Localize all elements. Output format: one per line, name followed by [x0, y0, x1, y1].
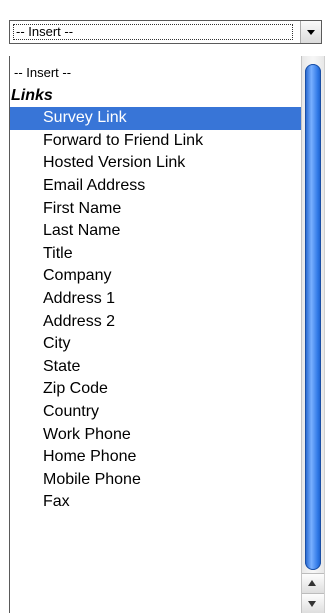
scroll-up-icon[interactable]	[302, 573, 324, 593]
option-company[interactable]: Company	[10, 265, 301, 288]
option-address-2[interactable]: Address 2	[10, 311, 301, 334]
chevron-down-icon[interactable]	[300, 21, 321, 43]
option-zip-code[interactable]: Zip Code	[10, 378, 301, 401]
option-state[interactable]: State	[10, 356, 301, 379]
option-work-phone[interactable]: Work Phone	[10, 424, 301, 447]
option-forward-to-friend-link[interactable]: Forward to Friend Link	[10, 130, 301, 153]
option-home-phone[interactable]: Home Phone	[10, 446, 301, 469]
insert-select[interactable]: -- Insert --	[9, 20, 322, 44]
option-first-name[interactable]: First Name	[10, 198, 301, 221]
option-list: -- Insert -- Links Survey Link Forward t…	[10, 62, 301, 514]
option-fax[interactable]: Fax	[10, 491, 301, 514]
option-email-address[interactable]: Email Address	[10, 175, 301, 198]
select-value: -- Insert --	[13, 24, 293, 40]
option-title[interactable]: Title	[10, 243, 301, 266]
option-country[interactable]: Country	[10, 401, 301, 424]
option-mobile-phone[interactable]: Mobile Phone	[10, 469, 301, 492]
option-address-1[interactable]: Address 1	[10, 288, 301, 311]
option-city[interactable]: City	[10, 333, 301, 356]
option-survey-link[interactable]: Survey Link	[10, 107, 301, 130]
vertical-scrollbar[interactable]	[301, 56, 324, 613]
dropdown-list[interactable]: -- Insert -- Links Survey Link Forward t…	[9, 56, 325, 613]
optgroup-links: Links	[11, 86, 53, 104]
option-insert[interactable]: -- Insert --	[10, 62, 301, 85]
option-hosted-version-link[interactable]: Hosted Version Link	[10, 152, 301, 175]
scrollbar-thumb[interactable]	[305, 64, 321, 570]
scroll-down-icon[interactable]	[302, 593, 324, 613]
option-last-name[interactable]: Last Name	[10, 220, 301, 243]
